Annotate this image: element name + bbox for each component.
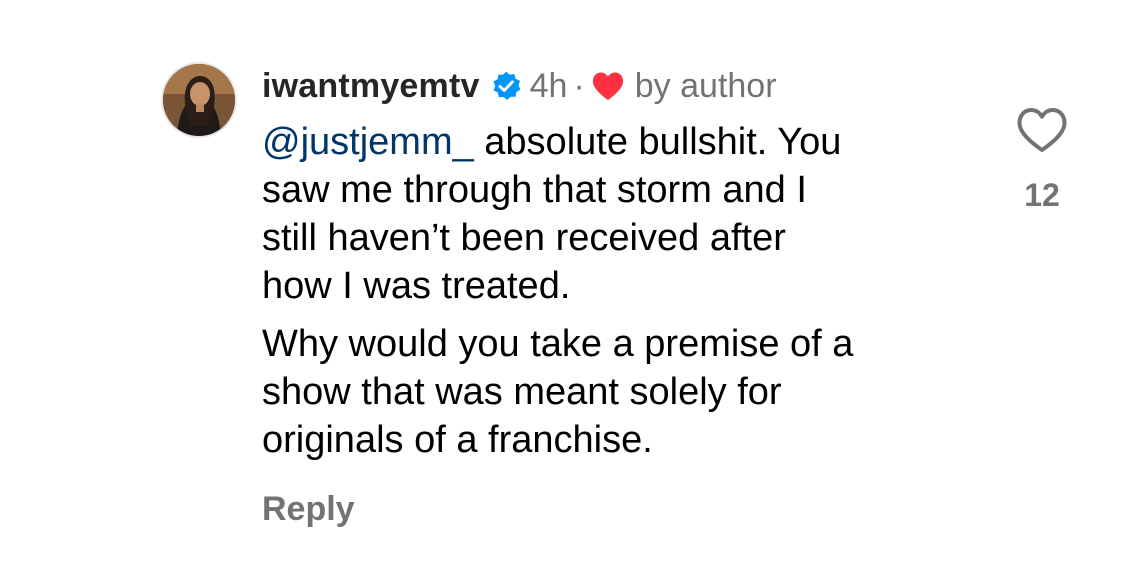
avatar[interactable] — [163, 64, 235, 136]
heart-outline-icon[interactable] — [1016, 106, 1068, 154]
comment-time: 4h — [529, 66, 568, 105]
comment-line-text: absolute bullshit. You — [473, 121, 842, 163]
comment-line: how I was treated. — [262, 265, 571, 307]
comment-line: @justjemm_ absolute bullshit. You — [262, 118, 962, 166]
comment-line: show that was meant solely for — [262, 371, 782, 413]
heart-filled-icon — [591, 70, 625, 102]
comment-line: still haven’t been received after — [262, 217, 786, 259]
comment: iwantmyemtv 4h · by author @justjemm_ ab… — [0, 0, 1125, 570]
comment-content: iwantmyemtv 4h · by author @justjemm_ ab… — [262, 60, 962, 464]
mention-link[interactable]: @justjemm_ — [262, 121, 474, 163]
meta-separator: · — [573, 66, 585, 105]
comment-line: originals of a franchise. — [262, 419, 653, 461]
comment-paragraph-2: Why would you take a premise of a show t… — [262, 320, 962, 464]
comment-header: iwantmyemtv 4h · by author — [262, 60, 962, 112]
comment-paragraph-1: @justjemm_ absolute bullshit. You saw me… — [262, 118, 962, 310]
reply-button[interactable]: Reply — [262, 490, 355, 529]
liked-by-author-label: by author — [634, 66, 777, 105]
verified-badge-icon — [490, 70, 522, 102]
avatar-image — [163, 64, 235, 136]
like-count: 12 — [1024, 177, 1060, 213]
comment-line: saw me through that storm and I — [262, 169, 807, 211]
username[interactable]: iwantmyemtv — [262, 67, 480, 106]
comment-line: Why would you take a premise of a — [262, 323, 854, 365]
